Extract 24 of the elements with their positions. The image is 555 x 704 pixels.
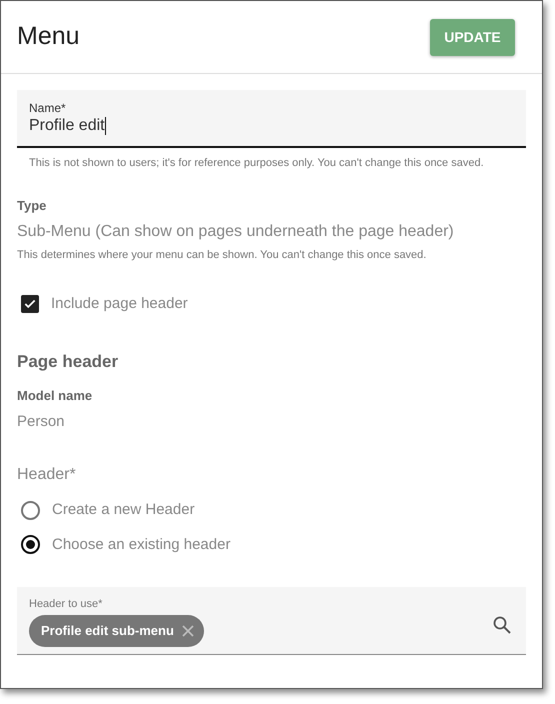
checkbox[interactable]: [21, 295, 39, 314]
field-value: Profile edit: [29, 116, 105, 136]
radio-label: Create a new Header: [52, 500, 195, 520]
radio-button[interactable]: [21, 535, 40, 554]
type-value: Sub-Menu (Can show on pages underneath the page header): [17, 222, 455, 242]
text-cursor: [104, 117, 106, 135]
update-button[interactable]: UPDATE: [430, 18, 515, 56]
dialog-title: Menu: [17, 21, 80, 52]
helper-text: This is not shown to users; it's for reference purposes only. You can't change this once saved.: [29, 156, 485, 170]
model-label: Model name: [17, 387, 94, 405]
type-hint: This determines where your menu can be shown. You can't change this once saved.: [17, 248, 428, 262]
field-label: Name*: [29, 101, 67, 115]
group-label: Header*: [17, 465, 77, 485]
radio-label: Choose an existing header: [52, 534, 230, 554]
search-icon[interactable]: [492, 615, 512, 635]
section-title: Page header: [17, 350, 120, 373]
name-field[interactable]: Name* Profile edit: [17, 90, 526, 148]
selected-chip[interactable]: Profile edit sub-menu: [29, 615, 204, 647]
type-label: Type: [17, 197, 48, 215]
model-value: Person: [17, 412, 66, 432]
checkbox-label: Include page header: [51, 294, 188, 314]
header-field[interactable]: Header to use* Profile edit sub-menu: [17, 587, 526, 655]
radio-button[interactable]: [21, 500, 40, 520]
field-label: Header to use*: [29, 597, 104, 611]
